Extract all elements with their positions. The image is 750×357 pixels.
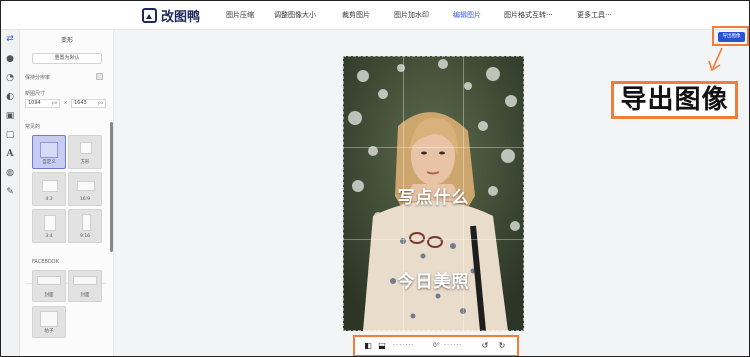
nav-watermark[interactable]: 图片加水印: [394, 10, 429, 20]
preset-4-3[interactable]: 4:3: [32, 172, 66, 206]
keep-ratio-checkbox[interactable]: [96, 73, 103, 80]
rotate-left-icon[interactable]: ↺: [481, 342, 489, 350]
fb-cover-preset[interactable]: 封面: [32, 270, 66, 302]
preset-custom[interactable]: 自定义: [32, 135, 66, 169]
frame-icon[interactable]: ▣: [5, 111, 15, 121]
height-unit: px: [98, 101, 104, 106]
palette-icon[interactable]: ◔: [5, 73, 15, 83]
rotate-right-icon[interactable]: ↻: [498, 342, 506, 350]
nav-crop[interactable]: 裁剪图片: [342, 10, 370, 20]
times-sign: x: [64, 100, 67, 106]
flip-vertical-icon[interactable]: ⬓: [378, 342, 386, 350]
preset-shape: [40, 142, 58, 158]
preset-shape: [40, 311, 58, 327]
rotate-slider-left[interactable]: ·······: [393, 342, 415, 349]
preset-shape: [77, 181, 95, 191]
preset-label: 封面: [80, 293, 90, 298]
preset-label: 9:16: [79, 234, 91, 239]
preset-label: 帖子: [44, 329, 54, 334]
tool-rail: ⇄ ● ◔ ◐ ▣ ▢ A ◍ ✎: [0, 30, 20, 357]
preset-square[interactable]: 方形: [68, 135, 102, 169]
preset-shape: [42, 180, 58, 192]
preset-label: 4:3: [45, 197, 53, 202]
text-icon[interactable]: A: [5, 149, 15, 159]
preset-9-16[interactable]: 9:16: [68, 209, 102, 243]
reset-button[interactable]: 重置为默认: [32, 53, 102, 64]
preset-16-9[interactable]: 16:9: [68, 172, 102, 206]
preset-label: 封面: [44, 293, 54, 298]
drop-icon[interactable]: ●: [5, 54, 15, 64]
preset-label: 16:9: [79, 197, 91, 202]
brand[interactable]: 改图鸭: [142, 6, 200, 25]
keep-ratio-label: 保持分辨率: [25, 75, 51, 81]
nav-compress[interactable]: 图片压缩: [226, 10, 254, 20]
nav-more-tools[interactable]: 更多工具···: [577, 10, 612, 20]
overlay-text-2[interactable]: 今日美照: [343, 267, 524, 292]
fb-post-preset[interactable]: 帖子: [32, 306, 66, 338]
canvas-size-label: 新图尺寸: [25, 91, 46, 97]
nav-convert[interactable]: 图片格式互转···: [504, 10, 553, 20]
export-callout: 导出图像: [611, 81, 738, 119]
flip-horizontal-icon[interactable]: ◧: [364, 342, 372, 350]
common-label: 常见的: [25, 124, 41, 130]
preset-3-4[interactable]: 3:4: [32, 209, 66, 243]
overlay-text-1[interactable]: 写点什么: [343, 183, 524, 208]
preset-label: 3:4: [45, 234, 53, 239]
preset-shape: [82, 214, 91, 231]
preset-shape: [37, 276, 61, 285]
crop-box-icon[interactable]: ▢: [5, 130, 15, 140]
annotation-arrow-icon: [708, 47, 723, 72]
preset-shape: [80, 142, 92, 154]
nav-edit[interactable]: 编辑图片: [453, 10, 481, 20]
panel-scrollbar[interactable]: [110, 122, 113, 252]
width-unit: px: [52, 101, 58, 106]
top-navigation: 改图鸭 图片压缩 调整图像大小 裁剪图片 图片加水印 编辑图片 图片格式互转··…: [0, 0, 750, 30]
brush-icon[interactable]: ✎: [5, 187, 15, 197]
rotate-slider-right[interactable]: ······: [444, 342, 463, 349]
preset-shape: [73, 276, 97, 285]
logo-icon: [142, 8, 157, 23]
panel-title: 变形: [60, 37, 73, 44]
fb-cover-preset-2[interactable]: 封面: [68, 270, 102, 302]
facebook-label: FACEBOOK: [32, 259, 59, 265]
sticker-icon[interactable]: ◍: [5, 168, 15, 178]
transform-panel: 变形 重置为默认 保持分辨率 新图尺寸 1094 px x 1643 px 常见…: [20, 30, 114, 357]
preset-label: 方形: [80, 160, 90, 165]
brightness-icon[interactable]: ◐: [5, 92, 15, 102]
preset-label: 自定义: [42, 160, 56, 165]
preset-shape: [44, 215, 56, 231]
rotation-value: 0°: [433, 342, 440, 349]
brand-name: 改图鸭: [161, 10, 201, 25]
transform-icon[interactable]: ⇄: [5, 34, 15, 44]
export-highlight-box: [712, 26, 749, 46]
nav-resize[interactable]: 调整图像大小: [274, 10, 316, 20]
